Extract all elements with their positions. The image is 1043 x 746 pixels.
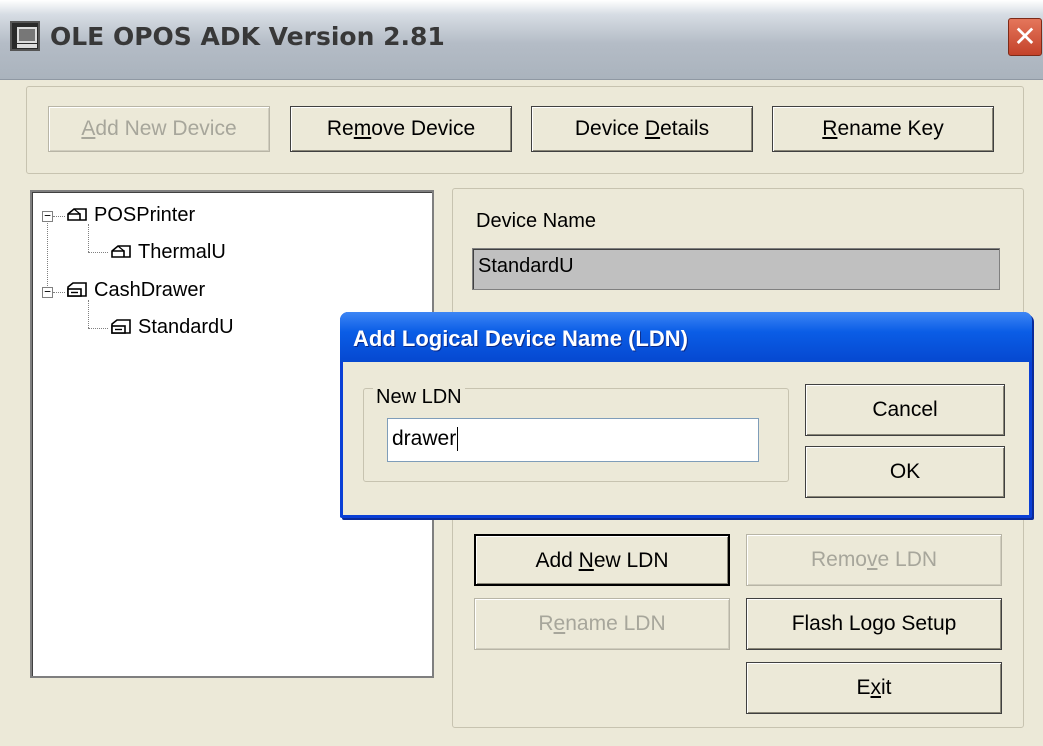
collapse-toggle-posprinter[interactable]: −	[42, 210, 53, 222]
tree-connector	[88, 300, 89, 328]
remove-ldn-mnemonic: v	[867, 548, 878, 571]
close-button[interactable]: ✕	[1008, 18, 1042, 56]
dialog-title: Add Logical Device Name (LDN)	[353, 326, 688, 351]
device-name-field: StandardU	[472, 248, 1000, 290]
rename-ldn-pre: R	[538, 612, 554, 635]
rename-ldn-post: name LDN	[565, 612, 666, 635]
add-new-ldn-button[interactable]: Add New LDN	[474, 534, 730, 586]
remove-device-pre: Re	[326, 117, 354, 140]
new-ldn-group-label: New LDN	[373, 386, 465, 409]
tree-item-posprinter[interactable]: POSPrinter	[94, 204, 195, 227]
add-ldn-dialog[interactable]: Add Logical Device Name (LDN) New LDN dr…	[340, 312, 1032, 518]
rename-key-mnemonic: R	[822, 117, 838, 140]
rename-ldn-mnemonic: e	[553, 612, 566, 635]
rename-ldn-button[interactable]: Rename LDN	[474, 598, 730, 650]
exit-pre: E	[856, 676, 871, 699]
tree-connector	[88, 328, 108, 329]
cash-drawer-icon	[111, 319, 131, 334]
new-ldn-input[interactable]: drawer	[387, 418, 759, 462]
printer-icon	[111, 245, 131, 258]
flash-logo-setup-button[interactable]: Flash Logo Setup	[746, 598, 1002, 650]
device-details-mnemonic: D	[644, 117, 661, 140]
tree-connector	[53, 292, 65, 293]
remove-ldn-button[interactable]: Remove LDN	[746, 534, 1002, 586]
app-icon	[10, 21, 40, 51]
dialog-title-bar[interactable]: Add Logical Device Name (LDN)	[340, 312, 1032, 362]
exit-button[interactable]: Exit	[746, 662, 1002, 714]
tree-item-cashdrawer[interactable]: CashDrawer	[94, 279, 205, 302]
tree-connector	[53, 216, 65, 217]
new-ldn-input-value: drawer	[392, 427, 457, 450]
rename-key-button[interactable]: Rename Key	[772, 106, 994, 152]
text-caret	[457, 427, 459, 452]
tree-item-thermalu[interactable]: ThermalU	[138, 241, 226, 264]
ok-button[interactable]: OK	[805, 446, 1005, 498]
collapse-toggle-cashdrawer[interactable]: −	[42, 286, 53, 298]
window-title: OLE OPOS ADK Version 2.81	[50, 22, 445, 51]
add-new-ldn-pre: Add	[535, 549, 579, 572]
add-new-device-post: dd New Device	[95, 117, 237, 140]
add-new-device-button[interactable]: Add New Device	[48, 106, 270, 152]
add-new-device-mnemonic: A	[81, 117, 96, 140]
add-new-ldn-post: ew LDN	[593, 549, 669, 572]
remove-device-post: ove Device	[371, 117, 476, 140]
remove-device-mnemonic: m	[353, 117, 372, 140]
rename-key-post: ename Key	[837, 117, 944, 140]
device-name-label: Device Name	[476, 210, 597, 232]
remove-ldn-pre: Remo	[810, 548, 867, 571]
tree-connector	[88, 224, 89, 252]
device-details-pre: Device	[574, 117, 645, 140]
add-new-ldn-mnemonic: N	[578, 549, 594, 572]
cancel-button[interactable]: Cancel	[805, 384, 1005, 436]
remove-ldn-post: e LDN	[877, 548, 938, 571]
tree-item-standardu[interactable]: StandardU	[138, 316, 234, 339]
device-details-post: etails	[660, 117, 710, 140]
device-details-button[interactable]: Device Details	[531, 106, 753, 152]
remove-device-button[interactable]: Remove Device	[290, 106, 512, 152]
cash-drawer-icon	[67, 282, 87, 297]
printer-icon	[67, 208, 87, 221]
exit-post: it	[881, 676, 892, 699]
tree-connector	[88, 252, 108, 253]
window-title-bar[interactable]: OLE OPOS ADK Version 2.81 ✕	[0, 0, 1043, 80]
exit-mnemonic: x	[870, 676, 882, 699]
